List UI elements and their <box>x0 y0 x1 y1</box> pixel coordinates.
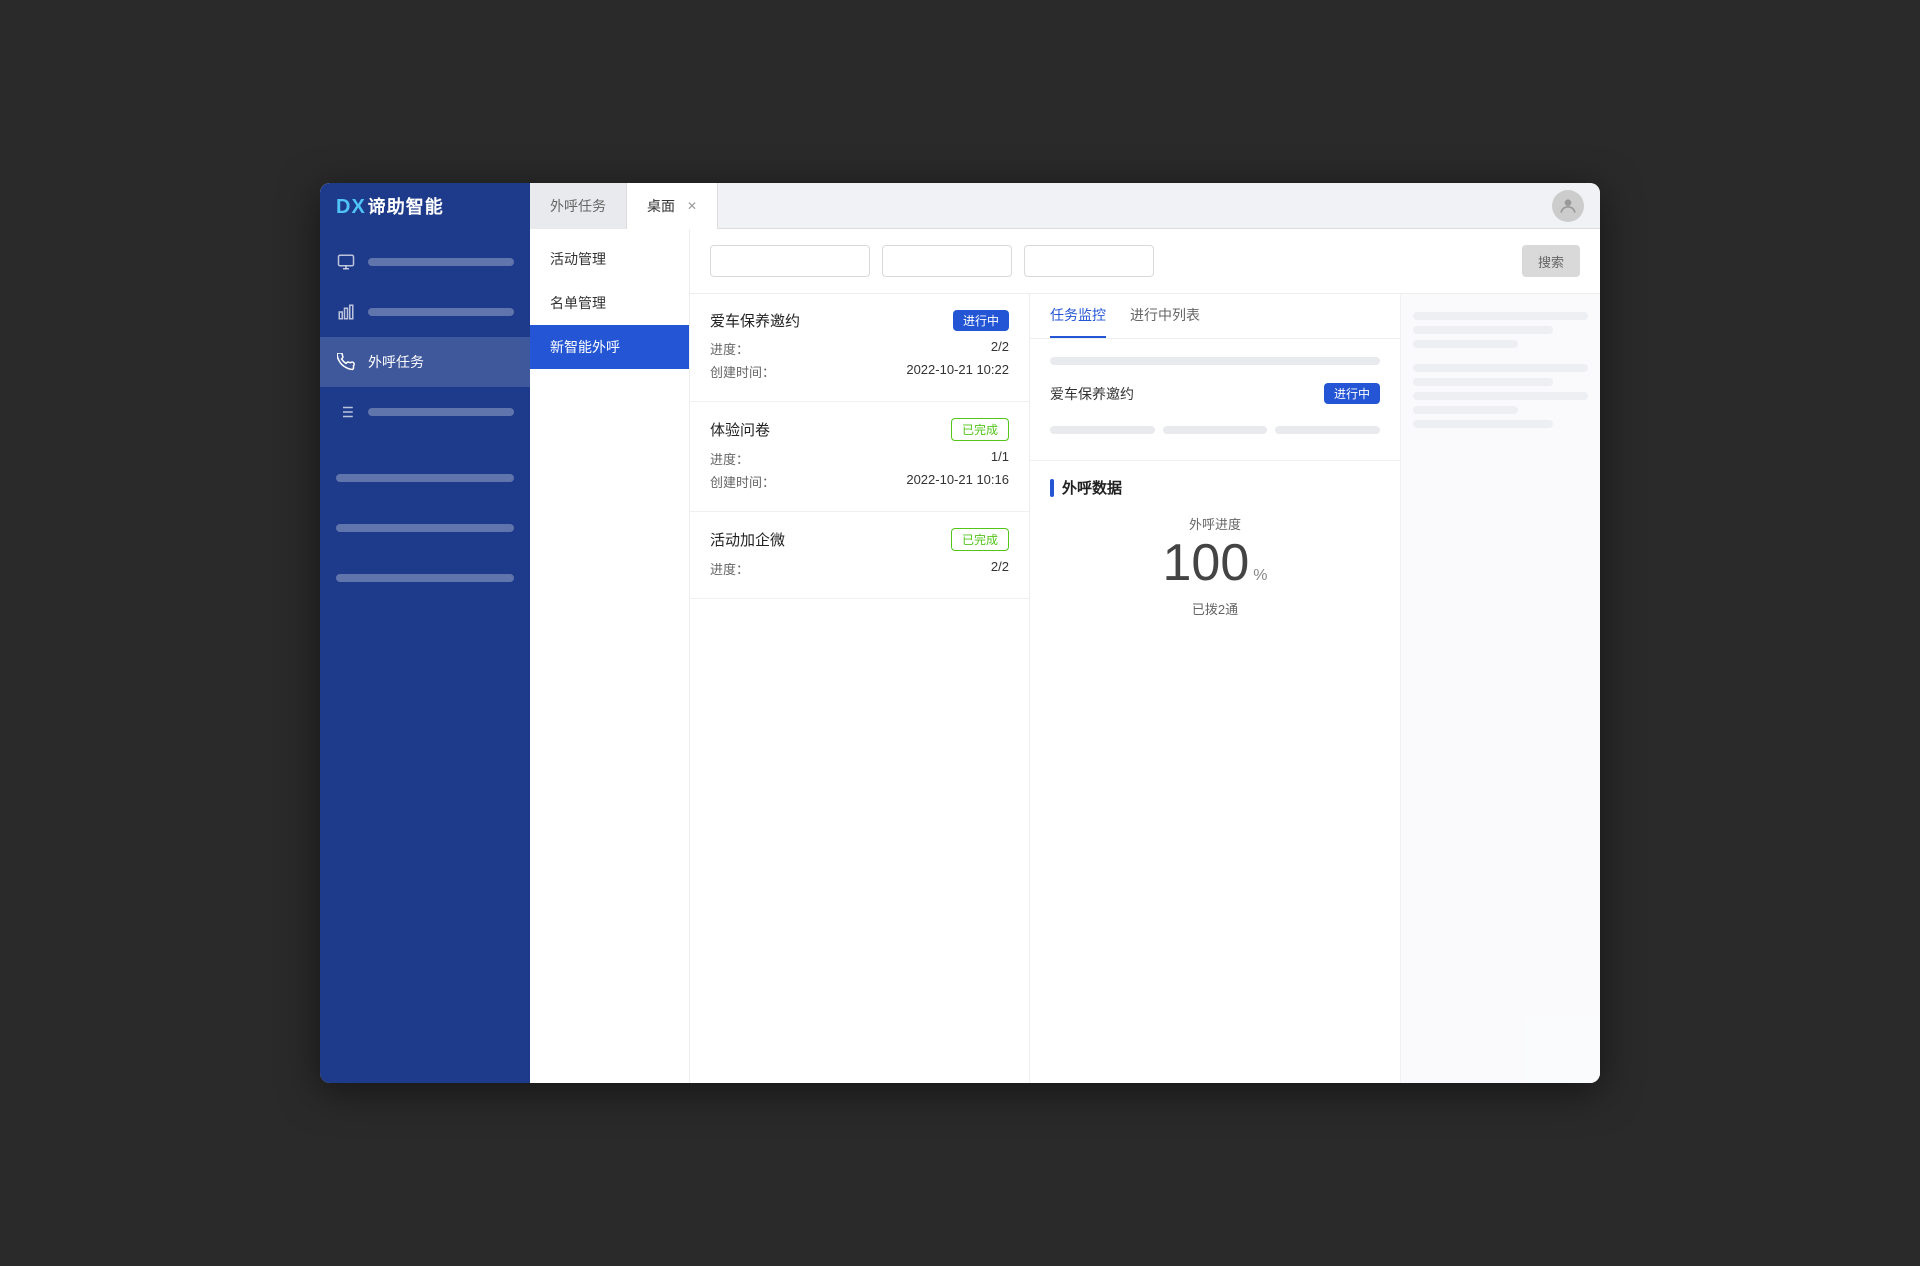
task-name-3: 活动加企微 <box>710 529 785 550</box>
sidebar-item-list-label <box>368 408 514 416</box>
user-avatar[interactable] <box>1552 190 1584 222</box>
sidebar-item-chart-label <box>368 308 514 316</box>
task-create-label-1: 创建时间： <box>710 362 775 381</box>
outbound-progress-unit: % <box>1253 567 1267 585</box>
detail-tabs: 任务监控 进行中列表 <box>1030 294 1400 339</box>
detail-panel: 任务监控 进行中列表 爱车保养邀约 进行中 <box>1030 294 1400 1083</box>
main-layout: 外呼任务 <box>320 229 1600 1083</box>
list-icon <box>336 402 356 422</box>
browser-window: DX谛助智能 外呼任务 桌面 ✕ <box>320 183 1600 1083</box>
task-progress-value-3: 2/2 <box>991 559 1009 578</box>
outbound-section: 外呼数据 外呼进度 100 % 已拨2通 <box>1030 461 1400 634</box>
sidebar-item-phone[interactable]: 外呼任务 <box>320 337 530 387</box>
task-progress-label-1: 进度： <box>710 339 749 358</box>
sidebar-item-6-label <box>336 524 514 532</box>
filter-input-2[interactable] <box>882 245 1012 277</box>
submenu-activity[interactable]: 活动管理 <box>530 237 689 281</box>
task-list: 爱车保养邀约 进行中 进度： 2/2 创建时间： 2022-10-21 10:2… <box>690 294 1030 1083</box>
task-create-label-2: 创建时间： <box>710 472 775 491</box>
task-card-3[interactable]: 活动加企微 已完成 进度： 2/2 <box>690 512 1029 599</box>
tab-desktop[interactable]: 桌面 ✕ <box>627 183 718 229</box>
chart-icon <box>336 302 356 322</box>
monitor-task-badge: 进行中 <box>1324 383 1380 404</box>
submenu-smart[interactable]: 新智能外呼 <box>530 325 689 369</box>
task-create-value-2: 2022-10-21 10:16 <box>906 472 1009 491</box>
sidebar-item-list[interactable] <box>320 387 530 437</box>
split-view: 爱车保养邀约 进行中 进度： 2/2 创建时间： 2022-10-21 10:2… <box>690 294 1600 1083</box>
task-progress-value-1: 2/2 <box>991 339 1009 358</box>
task-progress-label-2: 进度： <box>710 449 749 468</box>
task-card-2[interactable]: 体验问卷 已完成 进度： 1/1 创建时间： 2022-10-21 10:16 <box>690 402 1029 512</box>
outbound-stats: 外呼进度 100 % 已拨2通 <box>1050 514 1380 618</box>
sidebar-item-phone-label: 外呼任务 <box>368 352 514 372</box>
tab-outbound[interactable]: 外呼任务 <box>530 183 627 229</box>
task-badge-2: 已完成 <box>951 418 1009 441</box>
section-title: 外呼数据 <box>1050 477 1380 498</box>
sidebar-item-7-label <box>336 574 514 582</box>
monitor-section: 爱车保养邀约 进行中 <box>1030 339 1400 461</box>
content-area: 搜索 爱车保养邀约 进行中 进度： 2/2 <box>690 229 1600 1083</box>
logo-text: DX谛助智能 <box>336 193 444 219</box>
monitor-placeholder-row <box>1050 420 1380 440</box>
detail-tab-ongoing[interactable]: 进行中列表 <box>1130 294 1200 338</box>
submenu: 活动管理 名单管理 新智能外呼 <box>530 229 690 1083</box>
task-name-2: 体验问卷 <box>710 419 770 440</box>
sidebar-item-monitor-label <box>368 258 514 266</box>
task-progress-label-3: 进度： <box>710 559 749 578</box>
task-progress-value-2: 1/1 <box>991 449 1009 468</box>
filter-bar: 搜索 <box>690 229 1600 294</box>
outbound-progress-value: 100 <box>1163 537 1250 589</box>
sidebar-item-7[interactable] <box>320 553 530 603</box>
right-extra-panel <box>1400 294 1600 1083</box>
sidebar-item-5-label <box>336 474 514 482</box>
tab-close-icon[interactable]: ✕ <box>687 199 697 213</box>
sidebar-item-5[interactable] <box>320 453 530 503</box>
outbound-calls-label: 已拨2通 <box>1050 599 1380 618</box>
monitor-task-row: 爱车保养邀约 进行中 <box>1050 375 1380 412</box>
sidebar-item-6[interactable] <box>320 503 530 553</box>
filter-input-1[interactable] <box>710 245 870 277</box>
task-create-value-1: 2022-10-21 10:22 <box>906 362 1009 381</box>
task-badge-1: 进行中 <box>953 310 1009 331</box>
sidebar: 外呼任务 <box>320 229 530 1083</box>
detail-tab-monitor[interactable]: 任务监控 <box>1050 294 1106 338</box>
filter-input-3[interactable] <box>1024 245 1154 277</box>
task-card-1[interactable]: 爱车保养邀约 进行中 进度： 2/2 创建时间： 2022-10-21 10:2… <box>690 294 1029 402</box>
submenu-namelist[interactable]: 名单管理 <box>530 281 689 325</box>
monitor-icon <box>336 252 356 272</box>
sidebar-item-monitor[interactable] <box>320 237 530 287</box>
monitor-task-name: 爱车保养邀约 <box>1050 384 1134 404</box>
section-title-bar <box>1050 479 1054 497</box>
sidebar-item-chart[interactable] <box>320 287 530 337</box>
monitor-placeholder-top <box>1050 357 1380 365</box>
tab-bar: DX谛助智能 外呼任务 桌面 ✕ <box>320 183 1600 229</box>
logo-dz: DX <box>336 196 366 218</box>
phone-icon <box>336 352 356 372</box>
task-name-1: 爱车保养邀约 <box>710 310 800 331</box>
search-button[interactable]: 搜索 <box>1522 245 1580 277</box>
outbound-progress-label: 外呼进度 <box>1050 514 1380 533</box>
task-badge-3: 已完成 <box>951 528 1009 551</box>
logo-area: DX谛助智能 <box>320 183 530 229</box>
